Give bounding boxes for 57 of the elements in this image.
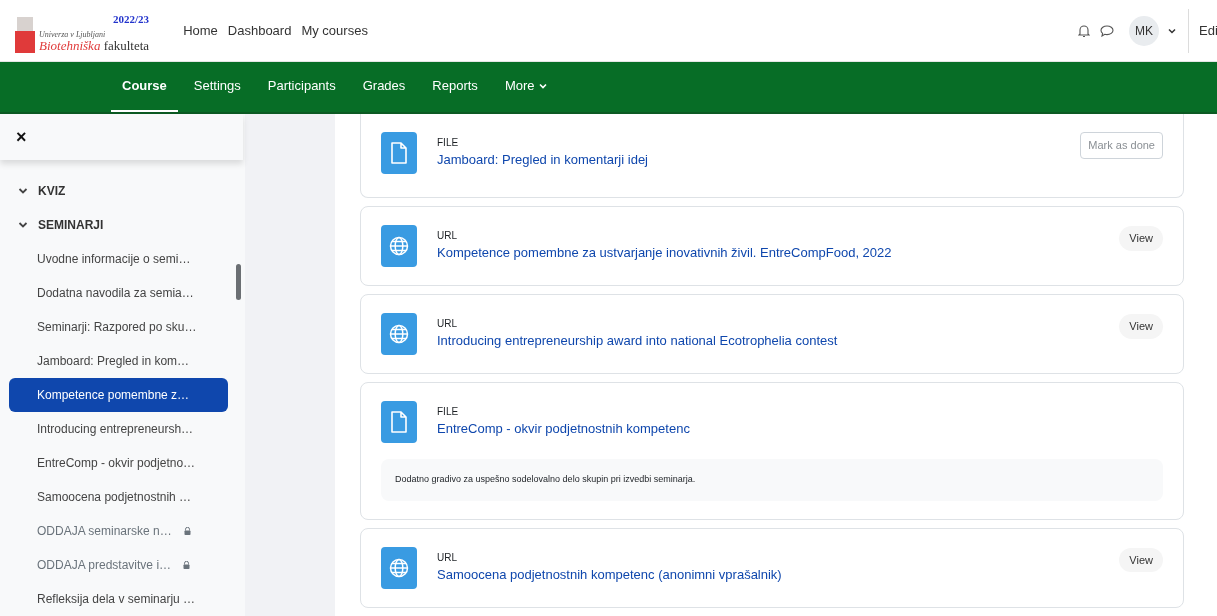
user-avatar[interactable]: MK	[1129, 15, 1159, 46]
sidebar-item[interactable]: EntreComp - okvir podjetno…	[9, 446, 228, 480]
course-tab[interactable]: Grades	[351, 62, 417, 112]
course-tab[interactable]: More	[493, 62, 558, 112]
logo-drawing	[14, 14, 36, 53]
activity-link[interactable]: Samoocena podjetnostnih kompetenc (anonimni vprašalnik)	[437, 564, 1120, 585]
globe-icon	[389, 557, 409, 578]
course-tab[interactable]: Participants	[256, 62, 347, 112]
chevron-icon	[18, 186, 28, 196]
activity-link[interactable]: Jamboard: Pregled in komentarji idej	[437, 150, 1081, 170]
activity-type: URL	[437, 550, 458, 565]
file-icon	[390, 411, 408, 433]
sidebar-item[interactable]: Samoocena podjetnostnih …	[9, 480, 228, 514]
lock-icon	[183, 561, 191, 569]
chat-icon[interactable]	[1100, 24, 1114, 37]
section-header[interactable]: KVIZ	[0, 174, 245, 208]
view-button[interactable]: View	[1119, 226, 1163, 251]
bell-icon[interactable]	[1078, 23, 1090, 38]
chevron-icon	[18, 220, 28, 230]
logo-faculty: Biotehniška fakulteta	[39, 38, 150, 53]
sidebar-item[interactable]: Jamboard: Pregled in kom…	[9, 344, 228, 378]
sidebar-item[interactable]: Dodatna navodila za semia…	[9, 276, 228, 310]
section-header[interactable]: SEMINARJI	[0, 208, 245, 242]
course-tab[interactable]: Reports	[421, 62, 489, 112]
lock-icon	[183, 527, 191, 535]
sidebar-item[interactable]: Introducing entrepreneursh…	[9, 412, 228, 446]
logo-university: Univerza v Ljubljani	[39, 29, 107, 39]
course-tab[interactable]: Course	[111, 62, 178, 112]
sidebar-item[interactable]: ODDAJA predstavitve i…	[9, 548, 228, 582]
caret-icon	[538, 83, 547, 89]
file-icon	[390, 142, 408, 164]
sidebar-item[interactable]: Uvodne informacije o semi…	[9, 242, 228, 276]
activity-link[interactable]: Introducing entrepreneurship award into national Ecotrophelia contest	[437, 331, 1120, 351]
nav-link[interactable]: My courses	[300, 20, 369, 41]
nav-link[interactable]: Dashboard	[226, 20, 293, 41]
sidebar-item[interactable]: Seminarji: Razpored po sku…	[9, 310, 228, 344]
view-button[interactable]: View	[1119, 547, 1163, 572]
globe-icon	[389, 324, 409, 344]
activity-description: Dodatno gradivo za uspešno sodelovalno delo skupin pri izvedbi seminarja.	[381, 459, 1163, 501]
sidebar-item[interactable]: Refleksija dela v seminarju …	[9, 582, 228, 616]
caret-icon[interactable]	[1168, 27, 1176, 34]
view-button[interactable]: View	[1119, 314, 1163, 339]
logo-year: 2022/23	[113, 12, 150, 25]
edit-mode-label[interactable]: Edi	[1199, 20, 1217, 41]
activity-type: URL	[437, 229, 458, 243]
activity-link[interactable]: EntreComp - okvir podjetnostnih kompetenc	[437, 419, 1163, 439]
activity-type: FILE	[437, 136, 460, 150]
scrollbar-thumb[interactable]	[236, 264, 241, 300]
activity-link[interactable]: Kompetence pomembne za ustvarjanje inovativnih živil. EntreCompFood, 2022	[437, 243, 1120, 263]
globe-icon	[389, 236, 409, 256]
sidebar-item[interactable]: ODDAJA seminarske n…	[9, 514, 228, 548]
nav-link[interactable]: Home	[182, 20, 219, 41]
close-button[interactable]: ×	[16, 128, 27, 146]
course-tab[interactable]: Settings	[182, 62, 252, 112]
sidebar-item[interactable]: Kompetence pomembne z…	[9, 378, 228, 412]
activity-type: FILE	[437, 405, 460, 419]
activity-type: URL	[437, 317, 458, 331]
